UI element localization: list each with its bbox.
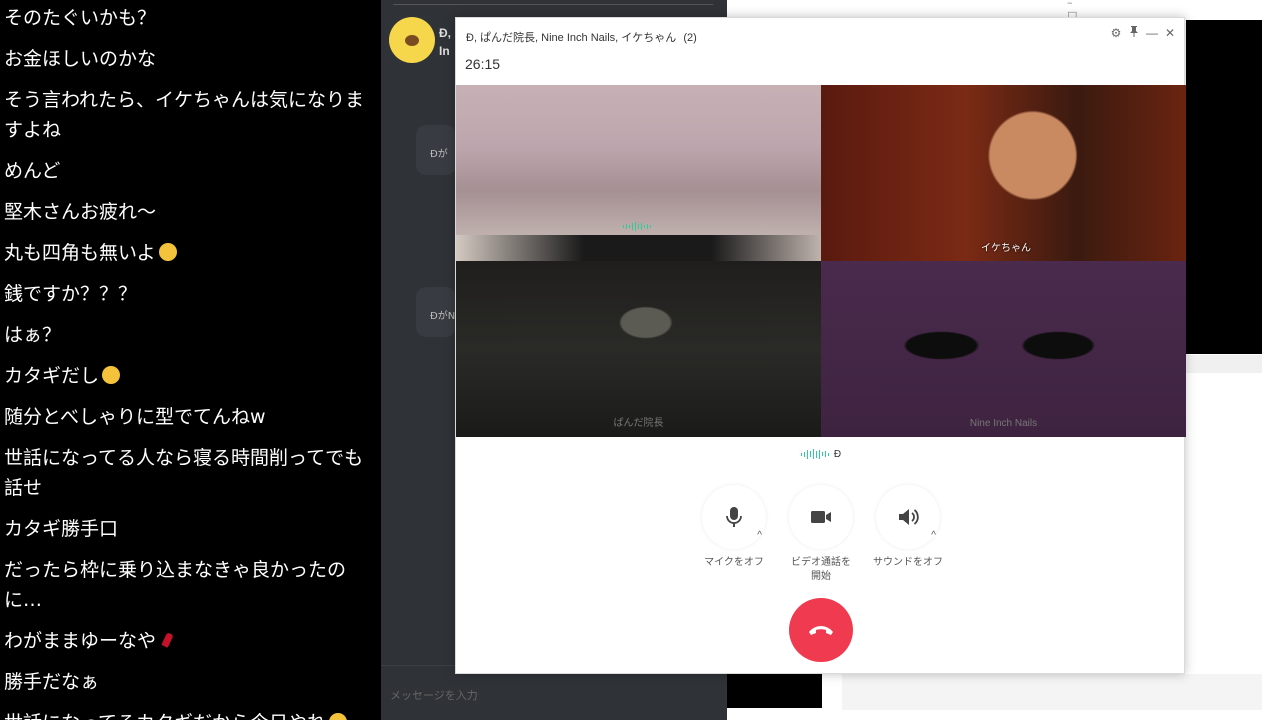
video-tile[interactable]: Nine Inch Nails <box>821 261 1186 437</box>
mic-toggle-label: マイクをオフ <box>704 557 764 568</box>
end-call-button[interactable] <box>789 598 853 662</box>
start-video-label-line: ビデオ通話を <box>791 557 851 568</box>
comment-text: わがままゆーなや <box>4 630 157 652</box>
video-camera-icon <box>811 511 831 523</box>
voice-wave-icon <box>800 449 829 460</box>
settings-icon[interactable]: ⚙ <box>1110 26 1122 40</box>
background-video-area <box>727 673 822 708</box>
message-input[interactable]: メッセージを入力 <box>390 687 478 703</box>
background-panel <box>842 674 1262 710</box>
voice-activity-icon <box>623 222 651 231</box>
comment: 堅木さんお疲れ～ <box>4 201 157 223</box>
comment: お金ほしいのかな <box>4 48 157 70</box>
comment: カタギ勝手口 <box>4 518 119 540</box>
comment: はぁ？ <box>4 324 62 346</box>
background-video-area <box>1186 20 1262 354</box>
group-call-window: Đ, ぱんだ院長, Nine Inch Nails, イケちゃん (2) 26:… <box>455 17 1186 674</box>
comment: カタギだし <box>0 361 381 391</box>
background-strip <box>1186 355 1262 373</box>
window-top-divider <box>393 0 713 5</box>
comment: わがままゆーなや <box>0 626 381 656</box>
participant-name: Nine Inch Nails <box>969 418 1038 429</box>
participant-name: Đ <box>634 238 643 249</box>
comment: 随分とべしゃりに型でてんねw <box>4 406 266 428</box>
comment-text: 世話になってるカタギだから今日やれ <box>4 712 326 720</box>
mic-toggle-button[interactable]: ^ <box>702 485 766 549</box>
active-speaker-name: Đ <box>833 449 842 460</box>
comment: そのたぐいかも？ <box>4 7 157 29</box>
participant-name: ぱんだ院長 <box>613 418 664 429</box>
comment: 世話になってるカタギだから今日やれ <box>0 708 381 720</box>
microphone-icon <box>726 507 742 527</box>
comment: めんど <box>4 160 61 182</box>
system-message: Đが <box>416 125 456 175</box>
participant-count: (2) <box>683 32 697 44</box>
sound-toggle-label: サウンドをオフ <box>873 557 943 568</box>
chat-header-name-2: In <box>439 44 450 58</box>
chat-avatar[interactable] <box>389 17 435 63</box>
comment: 丸も四角も無いよ <box>0 238 381 268</box>
sound-options-caret[interactable]: ^ <box>931 530 936 541</box>
system-message: ĐがN <box>416 287 456 337</box>
comment: 世話になってる人なら寝る時間削ってでも話せ <box>4 447 364 499</box>
comment: 銭ですか？？？ <box>4 283 138 305</box>
participant-name: イケちゃん <box>981 243 1031 254</box>
comment: 勝手だなぁ <box>4 671 100 693</box>
active-speaker: Đ <box>456 449 1186 460</box>
rofl-emoji-icon <box>158 243 177 261</box>
sound-toggle-button[interactable]: ^ <box>876 485 940 549</box>
speaker-icon <box>899 509 919 525</box>
laughing-emoji-icon <box>102 366 121 384</box>
video-grid: Đ イケちゃん ぱんだ院長 Nine Inch Nails <box>456 85 1186 437</box>
lipstick-emoji-icon <box>159 631 175 649</box>
comment-text: カタギだし <box>4 365 100 387</box>
hang-up-icon <box>809 626 833 635</box>
minimize-button[interactable]: — <box>1146 26 1158 40</box>
start-video-label-line: 開始 <box>811 571 831 582</box>
comment: だったら枠に乗り込まなきゃ良かったのに… <box>4 559 347 611</box>
video-tile[interactable]: イケちゃん <box>821 85 1186 261</box>
start-video-label: ビデオ通話を 開始 <box>776 556 866 584</box>
close-button[interactable]: ✕ <box>1164 26 1176 40</box>
call-participants: Đ, ぱんだ院長, Nine Inch Nails, イケちゃん <box>466 32 677 44</box>
video-tile[interactable]: ぱんだ院長 <box>456 261 821 437</box>
mic-options-caret[interactable]: ^ <box>757 530 762 541</box>
video-tile[interactable]: Đ <box>456 85 821 261</box>
chat-header-name: Đ, <box>439 26 451 40</box>
call-title: Đ, ぱんだ院長, Nine Inch Nails, イケちゃん (2) <box>466 29 697 45</box>
comment-overlay: そのたぐいかも？ お金ほしいのかな そう言われたら、イケちゃんは気になりますよね… <box>0 0 381 720</box>
rofl-emoji-icon <box>329 713 348 720</box>
start-video-button[interactable] <box>789 485 853 549</box>
pin-icon[interactable] <box>1128 26 1140 40</box>
window-controls: ⚙ — ✕ <box>1110 26 1176 40</box>
comment: そう言われたら、イケちゃんは気になりますよね <box>4 89 365 141</box>
call-timer: 26:15 <box>465 56 501 72</box>
comment-text: 丸も四角も無いよ <box>4 242 156 264</box>
